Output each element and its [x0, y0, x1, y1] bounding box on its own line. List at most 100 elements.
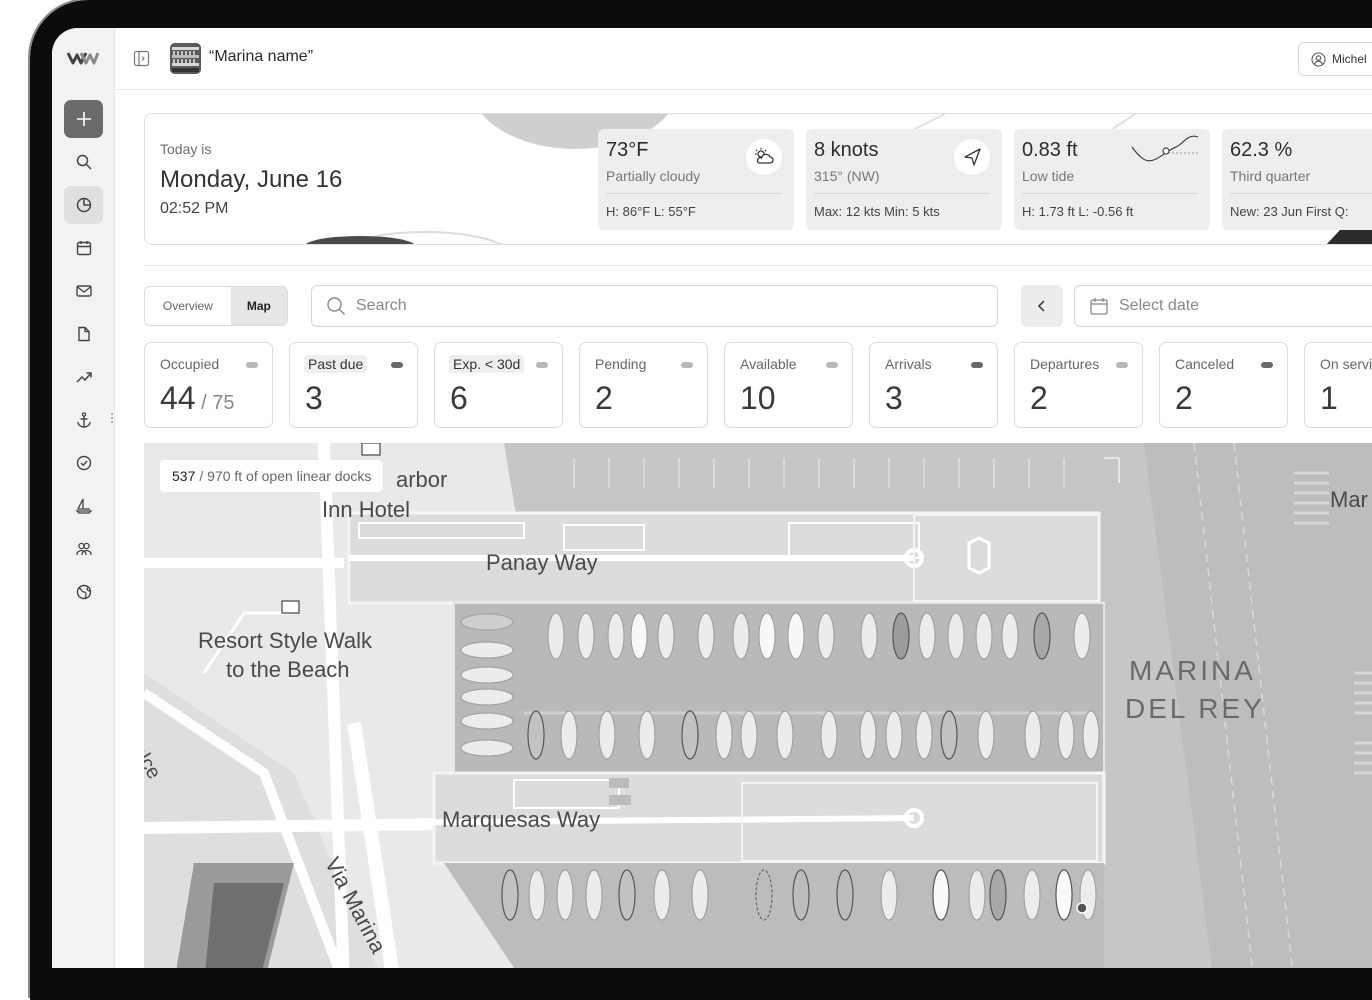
mail-icon [75, 285, 92, 297]
stat-departures[interactable]: Departures 2 [1014, 342, 1143, 428]
tide-divider [1022, 193, 1198, 194]
marina-name[interactable]: “Marina name” [209, 48, 313, 66]
sidebar: ⋮ [52, 28, 118, 968]
stat-indicator [536, 362, 548, 368]
date-picker[interactable]: Select date [1074, 285, 1372, 327]
stat-past-due[interactable]: Past due 3 [289, 342, 418, 428]
users-icon [75, 542, 92, 556]
stat-label: Past due [304, 355, 368, 373]
stat-indicator [1261, 362, 1273, 368]
map-label-resort-2: to the Beach [226, 657, 350, 682]
weather-card: 73°F Partially cloudy H: 86°F L: 55°F [598, 129, 794, 230]
cloud-sun-icon [746, 139, 782, 175]
wind-range: Max: 12 kts Min: 5 kts [814, 204, 940, 219]
tab-map[interactable]: Map [230, 287, 287, 325]
stat-available[interactable]: Available 10 [724, 342, 853, 428]
calendar-icon [76, 241, 91, 256]
open-docks-value: 537 [172, 468, 196, 484]
tide-card: 0.83 ft Low tide H: 1.73 ft L: -0.56 ft [1014, 129, 1210, 230]
open-docks-badge: 537 / 970 ft of open linear docks [160, 460, 384, 492]
stat-label: Exp. < 30d [449, 355, 525, 373]
brand-logo [67, 52, 99, 65]
stat-value: 1 [1320, 380, 1338, 416]
stat-total: / 75 [195, 392, 235, 414]
anchor-icon [76, 412, 91, 428]
sidebar-item-boats[interactable] [64, 487, 103, 525]
stat-label: Pending [595, 356, 647, 372]
wind-card: 8 knots 315° (NW) Max: 12 kts Min: 5 kts [806, 129, 1002, 230]
stat-value: 3 [885, 380, 903, 416]
top-bar: “Marina name” Michel [115, 28, 1372, 90]
sidebar-toggle-icon[interactable] [133, 50, 150, 67]
sidebar-item-dashboard[interactable] [64, 186, 103, 224]
previous-date-button[interactable] [1021, 285, 1063, 327]
open-docks-total: / 970 ft of open linear docks [199, 468, 372, 484]
sidebar-item-search[interactable] [64, 143, 103, 181]
sidebar-item-customers[interactable] [64, 530, 103, 568]
map-label-marina-del-rey-2: DEL REY [1125, 693, 1265, 724]
stat-occupied[interactable]: Occupied 44 / 75 [144, 342, 273, 428]
more-options-icon[interactable]: ⋮ [106, 412, 118, 424]
globe-icon [76, 584, 91, 600]
today-summary-card: Today is Monday, June 16 02:52 PM 73°F P… [144, 113, 1372, 245]
sidebar-item-tasks[interactable] [64, 444, 103, 482]
stat-value: 6 [450, 380, 468, 416]
sidebar-item-marina[interactable] [64, 401, 103, 439]
stat-on-service[interactable]: On servi 1 [1304, 342, 1372, 428]
wind-divider [814, 193, 990, 194]
view-toggle: Overview Map [144, 286, 288, 326]
sailboat-icon [74, 498, 93, 514]
marina-map[interactable]: 537 / 970 ft of open linear docks arbor … [144, 443, 1372, 968]
sidebar-item-calendar[interactable] [64, 229, 103, 267]
marina-thumbnail [170, 43, 201, 74]
stat-label: Canceled [1175, 356, 1235, 372]
moon-phase: Third quarter [1230, 168, 1311, 184]
today-time: 02:52 PM [160, 200, 229, 217]
user-menu-button[interactable]: Michel [1298, 42, 1372, 76]
stat-label: Arrivals [885, 356, 932, 372]
date-placeholder: Select date [1119, 297, 1200, 314]
moon-divider [1230, 193, 1372, 194]
stat-label: Departures [1030, 356, 1100, 372]
trending-up-icon [75, 372, 92, 383]
search-input[interactable]: Search [311, 285, 998, 327]
stat-indicator [391, 362, 403, 368]
moon-card: 62.3 % Third quarter New: 23 Jun First Q… [1222, 129, 1372, 230]
device-frame: ⋮ “Marina name” Michel Today is Monday, … [0, 0, 1372, 1000]
stat-indicator [971, 362, 983, 368]
stat-arrivals[interactable]: Arrivals 3 [869, 342, 998, 428]
stat-value: 44 / 75 [160, 380, 235, 416]
moon-dates: New: 23 Jun First Q: [1230, 204, 1349, 219]
map-label-mar: Mar [1330, 487, 1368, 512]
section-divider [144, 265, 1372, 266]
search-icon [76, 154, 92, 170]
map-label-inn-hotel: Inn Hotel [322, 497, 411, 522]
user-name: Michel [1332, 52, 1367, 66]
wind-direction-icon [954, 139, 990, 175]
temperature-range: H: 86°F L: 55°F [606, 204, 696, 219]
sidebar-item-globe[interactable] [64, 573, 103, 611]
location-marker [1076, 902, 1088, 914]
sidebar-item-messages[interactable] [64, 272, 103, 310]
sidebar-item-documents[interactable] [64, 315, 103, 353]
map-label-marquesas-way: Marquesas Way [442, 807, 601, 832]
hotel-icon [361, 443, 381, 456]
document-icon [77, 326, 90, 342]
map-label-marina-del-rey-1: MARINA [1129, 655, 1256, 686]
stat-label: Available [740, 356, 797, 372]
stat-indicator [246, 362, 258, 368]
stat-expiring[interactable]: Exp. < 30d 6 [434, 342, 563, 428]
calendar-icon [1090, 298, 1108, 315]
stat-value: 3 [305, 380, 323, 416]
map-label-harbor: arbor [396, 467, 448, 492]
tab-overview[interactable]: Overview [145, 287, 231, 325]
chevron-left-icon [1037, 300, 1045, 312]
sidebar-item-reports[interactable] [64, 358, 103, 396]
stat-indicator [826, 362, 838, 368]
stat-pending[interactable]: Pending 2 [579, 342, 708, 428]
stat-canceled[interactable]: Canceled 2 [1159, 342, 1288, 428]
app-screen: ⋮ “Marina name” Michel Today is Monday, … [52, 28, 1372, 968]
add-button[interactable] [64, 100, 103, 138]
stat-value: 10 [740, 380, 776, 416]
user-circle-icon [1311, 51, 1326, 67]
